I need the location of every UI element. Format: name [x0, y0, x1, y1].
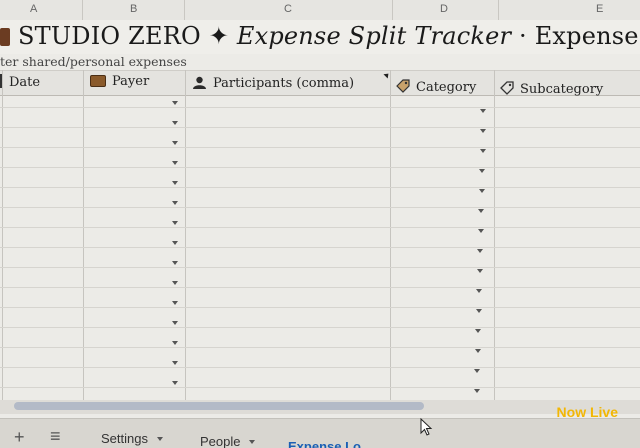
brand-logo-icon [0, 28, 10, 46]
table-row[interactable] [0, 307, 640, 308]
category-dropdown-icon[interactable] [475, 349, 481, 353]
tag-icon [396, 79, 410, 93]
column-letter-b[interactable]: B [130, 3, 137, 15]
column-letter-a[interactable]: A [30, 3, 37, 15]
payer-dropdown-icon[interactable] [172, 161, 178, 165]
column-divider[interactable] [498, 0, 499, 20]
table-row[interactable] [0, 167, 640, 168]
payer-dropdown-icon[interactable] [172, 361, 178, 365]
payer-dropdown-icon[interactable] [172, 281, 178, 285]
title-separator-icon: ✦ [208, 22, 230, 50]
table-row[interactable] [0, 227, 640, 228]
add-sheet-icon[interactable]: + [14, 427, 25, 448]
spreadsheet: A B C D E STUDIO ZERO ✦ Expense Split Tr… [0, 0, 640, 448]
column-letter-c[interactable]: C [284, 3, 292, 15]
category-dropdown-icon[interactable] [475, 329, 481, 333]
tab-people[interactable]: People [200, 434, 256, 448]
table-row[interactable] [0, 187, 640, 188]
table-row[interactable] [0, 267, 640, 268]
table-header-row: Date Payer Participants (comma) Category… [0, 70, 640, 97]
category-dropdown-icon[interactable] [478, 229, 484, 233]
mouse-pointer-icon [420, 418, 433, 436]
category-dropdown-icon[interactable] [478, 209, 484, 213]
sheet-tab-bar: + ≡ Settings People Expense Lo [0, 418, 640, 448]
title-dot: · [519, 22, 527, 50]
column-header-bar: A B C D E [0, 0, 640, 21]
label-tag-icon [500, 81, 514, 95]
table-row[interactable] [0, 247, 640, 248]
horizontal-scrollbar-thumb[interactable] [14, 402, 424, 410]
column-divider[interactable] [392, 0, 393, 20]
payer-dropdown-icon[interactable] [172, 301, 178, 305]
header-category[interactable]: Category [396, 79, 476, 95]
category-dropdown-icon[interactable] [477, 269, 483, 273]
payer-dropdown-icon[interactable] [172, 121, 178, 125]
category-dropdown-icon[interactable] [474, 369, 480, 373]
category-dropdown-icon[interactable] [480, 149, 486, 153]
payer-dropdown-icon[interactable] [172, 201, 178, 205]
table-row[interactable] [0, 367, 640, 368]
category-dropdown-icon[interactable] [477, 249, 483, 253]
payer-dropdown-icon[interactable] [172, 221, 178, 225]
header-date[interactable]: Date [0, 74, 40, 90]
payer-dropdown-icon[interactable] [172, 261, 178, 265]
table-row[interactable] [0, 387, 640, 388]
table-row[interactable] [0, 107, 640, 108]
category-dropdown-icon[interactable] [480, 109, 486, 113]
table-row[interactable] [0, 127, 640, 128]
payer-dropdown-icon[interactable] [172, 381, 178, 385]
payer-dropdown-icon[interactable] [172, 321, 178, 325]
column-divider[interactable] [82, 0, 83, 20]
subtitle[interactable]: ter shared/personal expenses [0, 54, 187, 69]
page-title[interactable]: STUDIO ZERO ✦ Expense Split Tracker · Ex… [0, 22, 640, 50]
wallet-icon [90, 75, 106, 87]
table-row[interactable] [0, 207, 640, 208]
category-dropdown-icon[interactable] [479, 189, 485, 193]
category-dropdown-icon[interactable] [474, 389, 480, 393]
brand-name: STUDIO ZERO [18, 22, 201, 50]
payer-dropdown-icon[interactable] [172, 181, 178, 185]
payer-dropdown-icon[interactable] [172, 241, 178, 245]
column-letter-e[interactable]: E [596, 3, 603, 15]
now-live-badge: Now Live [556, 404, 618, 420]
table-row[interactable] [0, 147, 640, 148]
column-divider[interactable] [184, 0, 185, 20]
tab-expense-log[interactable]: Expense Lo [288, 439, 361, 448]
header-participants[interactable]: Participants (comma) [192, 76, 354, 91]
app-name: Expense Split Tracker [236, 22, 512, 50]
table-row[interactable] [0, 327, 640, 328]
payer-dropdown-icon[interactable] [172, 341, 178, 345]
category-dropdown-icon[interactable] [476, 289, 482, 293]
column-letter-d[interactable]: D [440, 3, 448, 15]
sheet-name: Expense Log [534, 22, 640, 50]
table-row[interactable] [0, 287, 640, 288]
data-grid[interactable] [0, 95, 640, 415]
all-sheets-icon[interactable]: ≡ [50, 426, 61, 447]
header-payer[interactable]: Payer [90, 74, 149, 89]
chevron-down-icon [249, 440, 256, 444]
tab-settings[interactable]: Settings [101, 431, 163, 446]
payer-dropdown-icon[interactable] [172, 101, 178, 105]
category-dropdown-icon[interactable] [479, 169, 485, 173]
people-icon [193, 76, 206, 89]
payer-dropdown-icon[interactable] [172, 141, 178, 145]
chevron-down-icon [156, 437, 163, 441]
table-row[interactable] [0, 347, 640, 348]
category-dropdown-icon[interactable] [480, 129, 486, 133]
category-dropdown-icon[interactable] [476, 309, 482, 313]
